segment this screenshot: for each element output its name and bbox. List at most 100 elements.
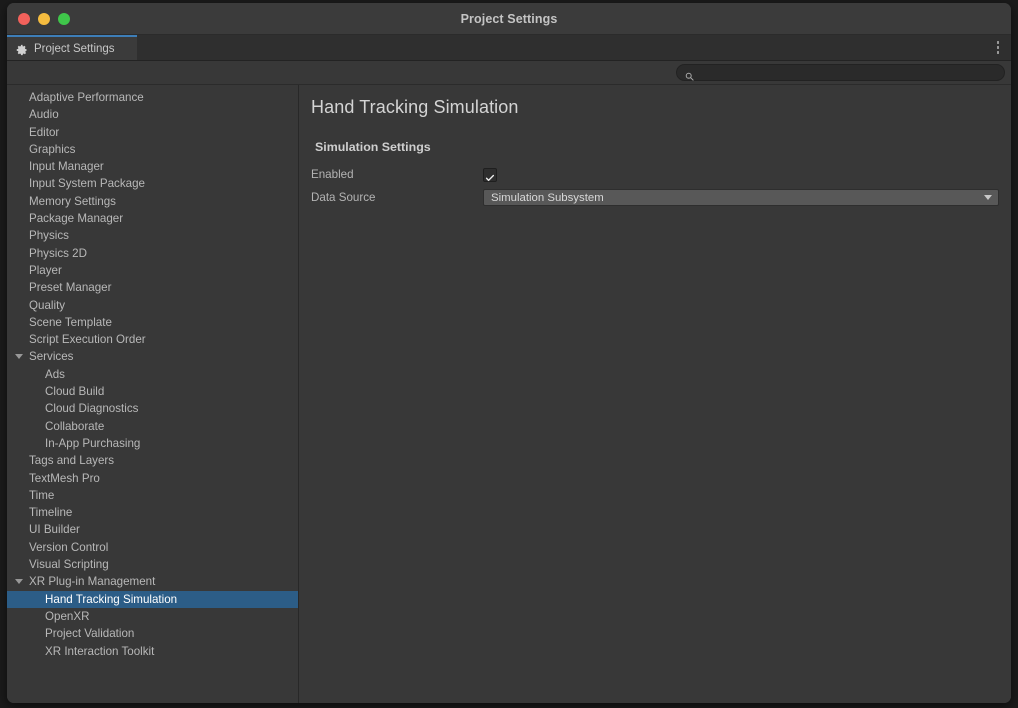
title-bar: Project Settings <box>7 3 1011 35</box>
sidebar-item-services[interactable]: Services <box>7 348 298 365</box>
tab-project-settings[interactable]: Project Settings <box>7 35 137 60</box>
sidebar-item-label: Scene Template <box>29 315 112 329</box>
sidebar-item-label: Audio <box>29 108 59 122</box>
settings-content-pane: Hand Tracking Simulation Simulation Sett… <box>299 85 1011 703</box>
sidebar-item-cloud-build[interactable]: Cloud Build <box>7 383 298 400</box>
kebab-dot <box>996 46 1000 49</box>
sidebar-item-label: Version Control <box>29 540 109 554</box>
sidebar-item-label: Time <box>29 488 55 502</box>
sidebar-item-label: Script Execution Order <box>29 333 146 347</box>
sidebar-item-label: Graphics <box>29 142 76 156</box>
sidebar-item-graphics[interactable]: Graphics <box>7 141 298 158</box>
sidebar-item-label: Collaborate <box>45 419 105 433</box>
data-source-label: Data Source <box>311 191 376 204</box>
settings-sidebar[interactable]: Adaptive Performance Audio Editor Graphics I… <box>7 85 299 703</box>
sidebar-item-label: Input Manager <box>29 160 104 174</box>
sidebar-item-memory-settings[interactable]: Memory Settings <box>7 193 298 210</box>
sidebar-item-version-control[interactable]: Version Control <box>7 539 298 556</box>
page-title: Hand Tracking Simulation <box>311 97 519 117</box>
maximize-button[interactable] <box>58 12 70 25</box>
sidebar-item-label: XR Plug-in Management <box>29 575 156 589</box>
sidebar-item-label: XR Interaction Toolkit <box>45 644 155 658</box>
sidebar-list: Adaptive Performance Audio Editor Graphics I… <box>7 89 298 660</box>
sidebar-item-input-manager[interactable]: Input Manager <box>7 158 298 175</box>
sidebar-item-physics[interactable]: Physics <box>7 227 298 244</box>
sidebar-item-label: UI Builder <box>29 523 80 537</box>
chevron-down-icon[interactable] <box>15 354 23 360</box>
sidebar-item-cloud-diagnostics[interactable]: Cloud Diagnostics <box>7 400 298 417</box>
sidebar-item-label: Project Validation <box>45 627 135 641</box>
search-input[interactable] <box>699 65 996 80</box>
sidebar-item-label: Cloud Diagnostics <box>45 402 139 416</box>
sidebar-item-label: Memory Settings <box>29 194 116 208</box>
sidebar-item-script-execution-order[interactable]: Script Execution Order <box>7 331 298 348</box>
sidebar-item-label: Physics <box>29 229 69 243</box>
project-settings-window: Project Settings Project Settings Adapti… <box>7 3 1011 703</box>
sidebar-item-label: Hand Tracking Simulation <box>45 592 178 606</box>
sidebar-item-label: Cloud Build <box>45 385 105 399</box>
sidebar-item-xr-interaction-toolkit[interactable]: XR Interaction Toolkit <box>7 643 298 660</box>
sidebar-item-label: Editor <box>29 125 60 139</box>
sidebar-item-time[interactable]: Time <box>7 487 298 504</box>
chevron-down-icon <box>984 195 992 200</box>
sidebar-item-label: Preset Manager <box>29 281 112 295</box>
sidebar-item-package-manager[interactable]: Package Manager <box>7 210 298 227</box>
sidebar-item-label: Adaptive Performance <box>29 91 144 104</box>
sidebar-item-input-system-package[interactable]: Input System Package <box>7 175 298 192</box>
sidebar-item-label: Player <box>29 263 62 277</box>
window-body: Adaptive Performance Audio Editor Graphics I… <box>7 85 1011 703</box>
sidebar-item-in-app-purchasing[interactable]: In-App Purchasing <box>7 435 298 452</box>
sidebar-item-label: Input System Package <box>29 177 145 191</box>
sidebar-item-adaptive-performance[interactable]: Adaptive Performance <box>7 89 298 106</box>
enabled-label: Enabled <box>311 168 354 181</box>
kebab-dot <box>996 51 1000 54</box>
gear-icon <box>16 43 28 55</box>
field-row-data-source: Data Source Simulation Subsystem <box>311 187 999 208</box>
enabled-checkbox[interactable] <box>483 167 497 182</box>
window-controls <box>18 3 70 34</box>
sidebar-item-quality[interactable]: Quality <box>7 297 298 314</box>
data-source-dropdown[interactable]: Simulation Subsystem <box>483 189 999 206</box>
sidebar-item-label: Package Manager <box>29 212 124 226</box>
tab-label: Project Settings <box>34 42 115 55</box>
sidebar-item-editor[interactable]: Editor <box>7 124 298 141</box>
sidebar-item-audio[interactable]: Audio <box>7 106 298 123</box>
kebab-dot <box>996 41 1000 44</box>
window-title: Project Settings <box>460 11 558 26</box>
sidebar-item-label: Visual Scripting <box>29 558 109 572</box>
data-source-value: Simulation Subsystem <box>491 191 604 204</box>
search-box[interactable] <box>676 64 1005 81</box>
search-bar <box>7 61 1011 85</box>
sidebar-item-label: TextMesh Pro <box>29 471 100 485</box>
search-icon <box>685 68 694 81</box>
sidebar-item-label: In-App Purchasing <box>45 436 141 450</box>
sidebar-item-preset-manager[interactable]: Preset Manager <box>7 279 298 296</box>
sidebar-item-label: Ads <box>45 367 65 381</box>
sidebar-item-scene-template[interactable]: Scene Template <box>7 314 298 331</box>
sidebar-item-ads[interactable]: Ads <box>7 366 298 383</box>
sidebar-item-xr-plug-in-management[interactable]: XR Plug-in Management <box>7 573 298 590</box>
sidebar-item-project-validation[interactable]: Project Validation <box>7 625 298 642</box>
field-row-enabled: Enabled <box>311 164 999 185</box>
sidebar-item-textmesh-pro[interactable]: TextMesh Pro <box>7 470 298 487</box>
sidebar-item-hand-tracking-simulation[interactable]: Hand Tracking Simulation <box>7 590 298 608</box>
sidebar-item-label: Timeline <box>29 506 73 520</box>
sidebar-item-tags-and-layers[interactable]: Tags and Layers <box>7 452 298 469</box>
sidebar-item-timeline[interactable]: Timeline <box>7 504 298 521</box>
tab-bar-filler <box>137 35 985 60</box>
sidebar-item-ui-builder[interactable]: UI Builder <box>7 521 298 538</box>
sidebar-item-label: Quality <box>29 298 66 312</box>
close-button[interactable] <box>18 12 30 25</box>
sidebar-item-label: OpenXR <box>45 609 90 623</box>
check-icon <box>485 170 495 181</box>
sidebar-item-collaborate[interactable]: Collaborate <box>7 418 298 435</box>
section-title-simulation-settings: Simulation Settings <box>315 140 431 154</box>
sidebar-item-openxr[interactable]: OpenXR <box>7 608 298 625</box>
sidebar-item-physics-2d[interactable]: Physics 2D <box>7 245 298 262</box>
chevron-down-icon[interactable] <box>15 578 23 584</box>
sidebar-item-player[interactable]: Player <box>7 262 298 279</box>
minimize-button[interactable] <box>38 12 50 25</box>
kebab-menu-icon[interactable] <box>985 35 1011 60</box>
tab-bar: Project Settings <box>7 35 1011 61</box>
sidebar-item-visual-scripting[interactable]: Visual Scripting <box>7 556 298 573</box>
